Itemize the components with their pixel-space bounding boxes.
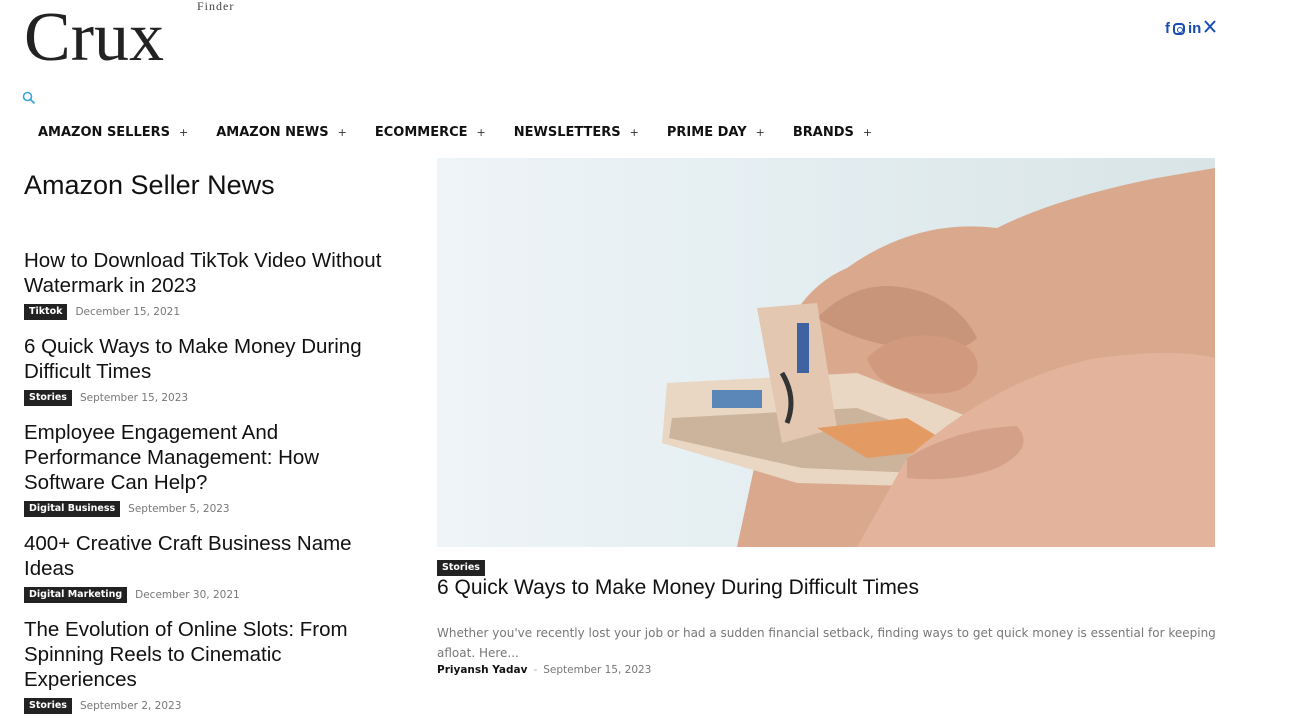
- article-title-link[interactable]: Employee Engagement And Performance Mana…: [24, 420, 394, 495]
- nav-label: PRIME DAY: [666, 125, 747, 140]
- article-title-link[interactable]: 6 Quick Ways to Make Money During Diffic…: [24, 334, 394, 384]
- article-date: December 15, 2021: [75, 306, 180, 318]
- category-badge[interactable]: Digital Marketing: [24, 587, 128, 603]
- list-item: The Evolution of Online Slots: From Spin…: [24, 617, 394, 714]
- nav-label: AMAZON NEWS: [216, 125, 329, 140]
- category-badge[interactable]: Digital Business: [24, 501, 121, 517]
- expand-icon[interactable]: +: [179, 126, 188, 139]
- nav-label: BRANDS: [792, 125, 854, 140]
- list-item: Employee Engagement And Performance Mana…: [24, 420, 394, 517]
- article-date: September 15, 2023: [79, 392, 189, 404]
- category-badge[interactable]: Tiktok: [24, 304, 68, 320]
- nav-label: AMAZON SELLERS: [38, 125, 171, 140]
- nav-prime-day[interactable]: PRIME DAY +: [653, 121, 779, 144]
- meta-separator: -: [533, 664, 538, 676]
- category-badge[interactable]: Stories: [24, 390, 72, 406]
- search-icon[interactable]: [22, 90, 38, 106]
- x-icon[interactable]: [1204, 20, 1217, 37]
- nav-amazon-news[interactable]: AMAZON NEWS +: [202, 121, 361, 144]
- article-meta: Digital Marketing December 30, 2021: [24, 587, 394, 603]
- article-meta: Tiktok December 15, 2021: [24, 304, 394, 320]
- facebook-icon[interactable]: f: [1165, 20, 1170, 37]
- section-title: Amazon Seller News: [24, 170, 275, 200]
- list-item: How to Download TikTok Video Without Wat…: [24, 248, 394, 320]
- social-links: f in: [1165, 20, 1217, 37]
- article-meta: Digital Business September 5, 2023: [24, 501, 394, 517]
- instagram-icon[interactable]: [1173, 22, 1185, 35]
- expand-icon[interactable]: +: [756, 126, 765, 139]
- linkedin-icon[interactable]: in: [1188, 20, 1201, 37]
- article-date: December 30, 2021: [135, 589, 240, 601]
- logo-text[interactable]: Crux: [24, 2, 164, 74]
- article-title-link[interactable]: How to Download TikTok Video Without Wat…: [24, 248, 394, 298]
- article-meta: Stories September 15, 2023: [24, 390, 394, 406]
- nav-label: ECOMMERCE: [374, 125, 468, 140]
- featured-date: September 15, 2023: [543, 664, 652, 676]
- author-name[interactable]: Priyansh Yadav: [437, 664, 527, 676]
- nav-label: NEWSLETTERS: [513, 125, 621, 140]
- main-nav: AMAZON SELLERS + AMAZON NEWS + ECOMMERCE…: [24, 121, 886, 144]
- expand-icon[interactable]: +: [338, 126, 347, 139]
- nav-brands[interactable]: BRANDS +: [779, 121, 886, 144]
- expand-icon[interactable]: +: [477, 126, 486, 139]
- list-item: 400+ Creative Craft Business Name Ideas …: [24, 531, 394, 603]
- article-date: September 2, 2023: [79, 700, 182, 712]
- article-title-link[interactable]: 400+ Creative Craft Business Name Ideas: [24, 531, 394, 581]
- featured-image[interactable]: [437, 158, 1215, 547]
- article-title-link[interactable]: The Evolution of Online Slots: From Spin…: [24, 617, 394, 692]
- featured-excerpt: Whether you've recently lost your job or…: [437, 626, 1216, 660]
- featured-category-badge[interactable]: Stories: [437, 560, 485, 576]
- article-list: How to Download TikTok Video Without Wat…: [24, 248, 394, 728]
- expand-icon[interactable]: +: [630, 126, 639, 139]
- nav-ecommerce[interactable]: ECOMMERCE +: [361, 121, 500, 144]
- list-item: 6 Quick Ways to Make Money During Diffic…: [24, 334, 394, 406]
- featured-title[interactable]: 6 Quick Ways to Make Money During Diffic…: [437, 576, 919, 600]
- nav-amazon-sellers[interactable]: AMAZON SELLERS +: [24, 121, 202, 144]
- category-badge[interactable]: Stories: [24, 698, 72, 714]
- nav-newsletters[interactable]: NEWSLETTERS +: [500, 121, 653, 144]
- article-date: September 5, 2023: [128, 503, 230, 515]
- featured-meta: Priyansh Yadav - September 15, 2023: [437, 664, 651, 676]
- logo-subtitle: Finder: [197, 0, 235, 13]
- article-meta: Stories September 2, 2023: [24, 698, 394, 714]
- expand-icon[interactable]: +: [863, 126, 872, 139]
- site-logo[interactable]: Crux Finder: [24, 0, 233, 74]
